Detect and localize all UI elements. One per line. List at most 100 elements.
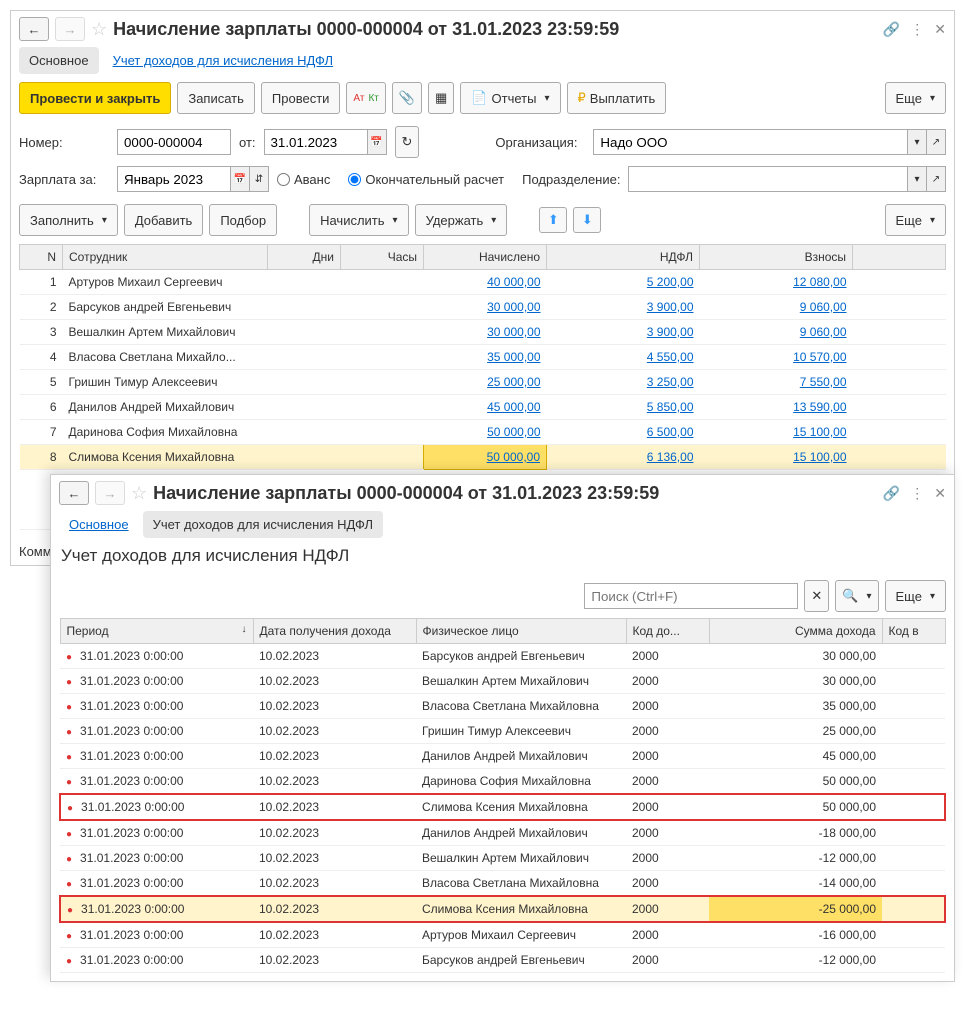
cell-contrib[interactable]: 12 080,00 — [700, 270, 853, 295]
kebab-menu-icon-2[interactable]: ⋮ — [910, 485, 924, 502]
table-row[interactable]: 1 Артуров Михаил Сергеевич 40 000,00 5 2… — [20, 270, 946, 295]
tab-main-2[interactable]: Основное — [59, 511, 139, 538]
cell-contrib[interactable]: 7 550,00 — [700, 370, 853, 395]
kebab-menu-icon[interactable]: ⋮ — [910, 21, 924, 38]
link-icon[interactable]: 🔗 — [883, 21, 900, 38]
table-row[interactable]: 3 Вешалкин Артем Михайлович 30 000,00 3 … — [20, 320, 946, 345]
table-row[interactable]: 6 Данилов Андрей Михайлович 45 000,00 5 … — [20, 395, 946, 420]
dept-open-icon[interactable]: ↗ — [927, 166, 946, 192]
refresh-icon[interactable]: ↻ — [395, 126, 420, 158]
withhold-button[interactable]: Удержать — [415, 204, 508, 236]
number-input[interactable] — [117, 129, 231, 155]
org-open-icon[interactable]: ↗ — [927, 129, 946, 155]
more-button[interactable]: Еще — [885, 82, 946, 114]
forward-button-2[interactable]: → — [95, 481, 125, 505]
add-button[interactable]: Добавить — [124, 204, 203, 236]
calendar-icon[interactable]: 📅 — [368, 129, 387, 155]
accrue-button[interactable]: Начислить — [309, 204, 408, 236]
tab-ndfl-2[interactable]: Учет доходов для исчисления НДФЛ — [143, 511, 383, 538]
move-up-button[interactable]: ⬆ — [539, 207, 567, 233]
back-button-2[interactable]: ← — [59, 481, 89, 505]
col-period[interactable]: Период↓ — [60, 619, 253, 644]
org-input[interactable] — [593, 129, 908, 155]
close-icon-2[interactable]: ✕ — [934, 485, 946, 502]
table-row[interactable]: 2 Барсуков андрей Евгеньевич 30 000,00 3… — [20, 295, 946, 320]
close-icon[interactable]: ✕ — [934, 21, 946, 38]
search-input[interactable] — [584, 583, 798, 609]
cell-ndfl[interactable]: 3 900,00 — [547, 320, 700, 345]
col-accrued[interactable]: Начислено — [424, 245, 547, 270]
cell-ndfl[interactable]: 5 850,00 — [547, 395, 700, 420]
move-down-button[interactable]: ⬇ — [573, 207, 601, 233]
cell-contrib[interactable]: 9 060,00 — [700, 295, 853, 320]
more-button-2[interactable]: Еще — [885, 580, 946, 612]
col-contrib[interactable]: Взносы — [700, 245, 853, 270]
fill-button[interactable]: Заполнить — [19, 204, 118, 236]
attach-button[interactable]: 📎 — [392, 82, 422, 114]
cell-accrued[interactable]: 30 000,00 — [424, 295, 547, 320]
col-amount[interactable]: Сумма дохода — [709, 619, 882, 644]
col-code[interactable]: Код до... — [626, 619, 709, 644]
final-radio[interactable]: Окончательный расчет — [348, 172, 504, 187]
post-and-close-button[interactable]: Провести и закрыть — [19, 82, 171, 114]
back-button[interactable]: ← — [19, 17, 49, 41]
col-hours[interactable]: Часы — [341, 245, 424, 270]
salary-period-input[interactable] — [117, 166, 231, 192]
col-n[interactable]: N — [20, 245, 63, 270]
period-spin-icon[interactable]: ⇵ — [250, 166, 269, 192]
cell-accrued[interactable]: 25 000,00 — [424, 370, 547, 395]
table-row[interactable]: ●31.01.2023 0:00:00 10.02.2023 Власова С… — [60, 694, 945, 719]
cell-accrued[interactable]: 50 000,00 — [424, 420, 547, 445]
table-row[interactable]: ●31.01.2023 0:00:00 10.02.2023 Даринова … — [60, 769, 945, 795]
table-row[interactable]: ●31.01.2023 0:00:00 10.02.2023 Вешалкин … — [60, 669, 945, 694]
col-days[interactable]: Дни — [268, 245, 341, 270]
date-input[interactable] — [264, 129, 368, 155]
dept-dropdown-icon[interactable]: ▾ — [908, 166, 927, 192]
col-code2[interactable]: Код в — [882, 619, 945, 644]
table-row[interactable]: ●31.01.2023 0:00:00 10.02.2023 Гришин Ти… — [60, 719, 945, 744]
link-icon-2[interactable]: 🔗 — [883, 485, 900, 502]
select-button[interactable]: Подбор — [209, 204, 277, 236]
tab-ndfl[interactable]: Учет доходов для исчисления НДФЛ — [103, 47, 343, 74]
table-more-button[interactable]: Еще — [885, 204, 946, 236]
cell-accrued[interactable]: 50 000,00 — [424, 445, 547, 470]
col-employee[interactable]: Сотрудник — [63, 245, 268, 270]
cell-ndfl[interactable]: 4 550,00 — [547, 345, 700, 370]
pay-button[interactable]: ₽ Выплатить — [567, 82, 667, 114]
dept-input[interactable] — [628, 166, 908, 192]
clear-search-button[interactable]: ✕ — [804, 580, 829, 612]
cell-ndfl[interactable]: 3 900,00 — [547, 295, 700, 320]
col-extra[interactable] — [853, 245, 946, 270]
forward-button[interactable]: → — [55, 17, 85, 41]
write-button[interactable]: Записать — [177, 82, 255, 114]
cell-ndfl[interactable]: 5 200,00 — [547, 270, 700, 295]
table-row[interactable]: ●31.01.2023 0:00:00 10.02.2023 Барсуков … — [60, 948, 945, 973]
cell-ndfl[interactable]: 6 136,00 — [547, 445, 700, 470]
table-row[interactable]: ●31.01.2023 0:00:00 10.02.2023 Данилов А… — [60, 744, 945, 769]
cell-contrib[interactable]: 9 060,00 — [700, 320, 853, 345]
cell-accrued[interactable]: 40 000,00 — [424, 270, 547, 295]
dtkt-button[interactable]: АтКт — [346, 82, 385, 114]
cell-ndfl[interactable]: 3 250,00 — [547, 370, 700, 395]
table-row[interactable]: ●31.01.2023 0:00:00 10.02.2023 Власова С… — [60, 871, 945, 897]
col-person[interactable]: Физическое лицо — [416, 619, 626, 644]
post-button[interactable]: Провести — [261, 82, 341, 114]
table-row[interactable]: ●31.01.2023 0:00:00 10.02.2023 Артуров М… — [60, 922, 945, 948]
search-options-button[interactable]: 🔍 — [835, 580, 878, 612]
table-row[interactable]: ●31.01.2023 0:00:00 10.02.2023 Вешалкин … — [60, 846, 945, 871]
cell-contrib[interactable]: 10 570,00 — [700, 345, 853, 370]
tab-main[interactable]: Основное — [19, 47, 99, 74]
table-row[interactable]: ●31.01.2023 0:00:00 10.02.2023 Барсуков … — [60, 644, 945, 669]
table-row[interactable]: 8 Слимова Ксения Михайловна 50 000,00 6 … — [20, 445, 946, 470]
cell-ndfl[interactable]: 6 500,00 — [547, 420, 700, 445]
table-row[interactable]: 5 Гришин Тимур Алексеевич 25 000,00 3 25… — [20, 370, 946, 395]
table-row[interactable]: ●31.01.2023 0:00:00 10.02.2023 Слимова К… — [60, 794, 945, 820]
favorite-star-icon[interactable]: ☆ — [91, 19, 107, 40]
favorite-star-icon-2[interactable]: ☆ — [131, 483, 147, 504]
cell-accrued[interactable]: 45 000,00 — [424, 395, 547, 420]
col-income-date[interactable]: Дата получения дохода — [253, 619, 416, 644]
cell-contrib[interactable]: 13 590,00 — [700, 395, 853, 420]
org-dropdown-icon[interactable]: ▾ — [908, 129, 927, 155]
table-row[interactable]: 4 Власова Светлана Михайло... 35 000,00 … — [20, 345, 946, 370]
reports-button[interactable]: 📄 Отчеты — [460, 82, 560, 114]
